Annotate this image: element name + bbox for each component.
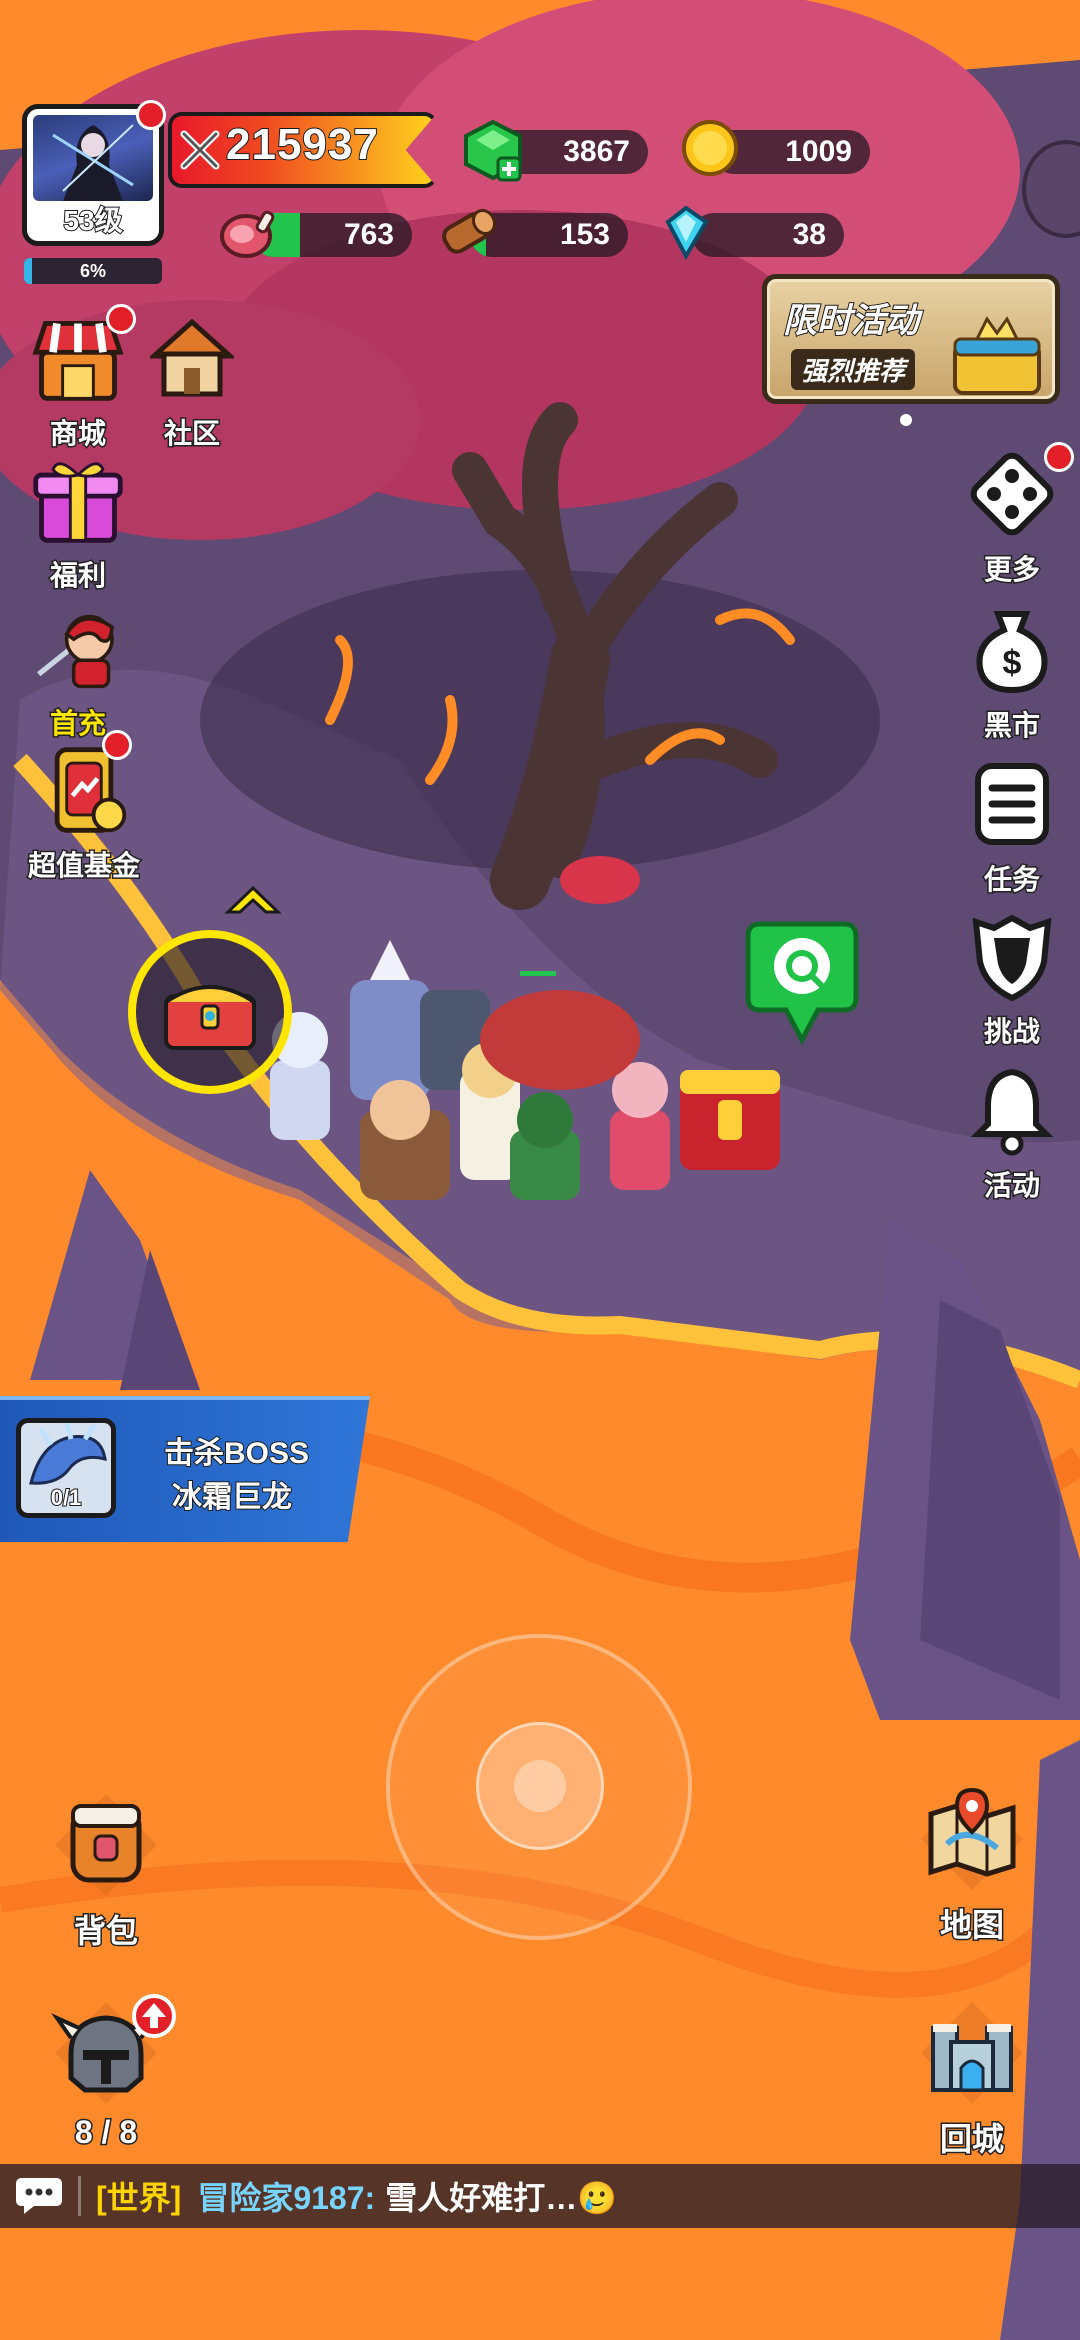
heroes-button[interactable]: 8 / 8 xyxy=(36,1994,176,2152)
fund-label: 超值基金 xyxy=(26,849,141,883)
green-gem-icon xyxy=(464,119,522,182)
chat-message: 雪人好难打…🥲 xyxy=(385,2180,618,2216)
quest-title: 击杀BOSS xyxy=(163,1436,310,1471)
arrow-up-icon xyxy=(142,2003,166,2028)
player-level: 53级 xyxy=(62,204,123,237)
quest-panel[interactable]: 0/1 击杀BOSS 冰霜巨龙 xyxy=(0,1396,370,1542)
castle-icon xyxy=(921,2002,1023,2104)
return-city-button[interactable]: 回城 xyxy=(902,1998,1042,2160)
crystal-bar[interactable]: 38 xyxy=(692,213,844,257)
treasure-chest-open xyxy=(680,1070,780,1170)
more-label: 更多 xyxy=(982,553,1041,587)
banner-page-dot xyxy=(900,414,912,426)
quest-progress: 0/1 xyxy=(50,1484,83,1511)
community-button[interactable]: 社区 xyxy=(122,310,262,452)
bag-button[interactable]: 背包 xyxy=(36,1790,176,1952)
avatar-character-icon xyxy=(52,124,134,201)
meat-value: 763 xyxy=(343,218,394,251)
activity-button[interactable]: 活动 xyxy=(942,1062,1080,1204)
shield-icon xyxy=(972,914,1052,1002)
chat-bubble-icon xyxy=(14,2174,64,2216)
crossed-swords-icon xyxy=(180,130,220,170)
bag-label: 背包 xyxy=(72,1912,139,1951)
event-title: 限时活动 xyxy=(782,301,920,341)
fund-button[interactable]: 超值基金 xyxy=(14,730,154,884)
wood-value: 153 xyxy=(559,218,610,251)
map-icon xyxy=(921,1787,1023,1890)
crown-chest-icon xyxy=(953,316,1041,395)
map-label: 地图 xyxy=(938,1906,1005,1945)
world-chat-bar[interactable]: [世界] 冒险家9187: 雪人好难打…🥲 xyxy=(0,2164,1080,2228)
power-value: 215937 xyxy=(225,119,379,170)
search-bubble-button[interactable] xyxy=(740,912,864,1052)
chat-icon xyxy=(16,2178,62,2214)
chest-target-indicator[interactable] xyxy=(128,930,292,1094)
more-button[interactable]: 更多 xyxy=(942,442,1080,588)
gold-value: 1009 xyxy=(785,135,852,168)
quest-boss-portrait: 0/1 xyxy=(16,1418,116,1518)
gift-icon xyxy=(33,462,123,543)
fund-red-dot xyxy=(102,730,132,760)
first-recharge-button[interactable]: 首充 xyxy=(8,600,148,742)
gold-coin-icon xyxy=(682,120,738,176)
welfare-button[interactable]: 福利 xyxy=(8,452,148,594)
task-label: 任务 xyxy=(982,863,1041,897)
community-icon xyxy=(150,318,234,397)
money-bag-icon: $ xyxy=(976,611,1048,694)
challenge-label: 挑战 xyxy=(982,1015,1041,1049)
upgrade-arrow-badge xyxy=(132,1994,176,2038)
first-recharge-icon xyxy=(37,614,114,689)
heroes-count: 8 / 8 xyxy=(73,2113,138,2152)
more-red-dot xyxy=(1044,442,1074,472)
map-button[interactable]: 地图 xyxy=(902,1784,1042,1946)
direction-arrow-icon xyxy=(224,885,282,914)
search-icon xyxy=(745,921,859,1046)
welfare-label: 福利 xyxy=(48,559,107,593)
task-list-icon xyxy=(975,763,1049,845)
avatar-red-dot xyxy=(136,100,166,130)
chat-channel: [世界] xyxy=(96,2180,182,2216)
task-button[interactable]: 任务 xyxy=(942,756,1080,898)
meat-icon xyxy=(220,210,275,258)
challenge-button[interactable]: 挑战 xyxy=(942,908,1080,1050)
event-subtitle: 强烈推荐 xyxy=(791,349,916,390)
crystal-value: 38 xyxy=(792,218,826,251)
exp-percent: 6% xyxy=(79,261,106,281)
black-market-button[interactable]: $ 黑市 xyxy=(942,602,1080,744)
frost-dragon-icon xyxy=(29,1423,107,1485)
wood-log-icon xyxy=(442,208,497,254)
chat-divider xyxy=(78,2176,81,2216)
joystick-center xyxy=(514,1760,566,1812)
community-label: 社区 xyxy=(162,417,221,451)
limited-event-banner[interactable]: 限时活动 强烈推荐 xyxy=(762,274,1060,404)
chat-sender: 冒险家9187: xyxy=(197,2180,376,2216)
gems-value: 3867 xyxy=(563,135,630,168)
treasure-chest-icon xyxy=(164,985,256,1050)
backpack-icon xyxy=(55,1794,157,1896)
quest-target: 冰霜巨龙 xyxy=(171,1480,293,1515)
return-city-label: 回城 xyxy=(938,2120,1005,2159)
crystal-icon xyxy=(665,205,709,261)
avatar xyxy=(33,115,153,201)
svg-text:$: $ xyxy=(1003,644,1022,682)
target-health-bar xyxy=(520,971,556,976)
activity-label: 活动 xyxy=(982,1169,1041,1203)
exp-bar: 6% xyxy=(24,258,162,284)
bell-icon xyxy=(970,1068,1054,1156)
black-market-label: 黑市 xyxy=(982,709,1041,743)
